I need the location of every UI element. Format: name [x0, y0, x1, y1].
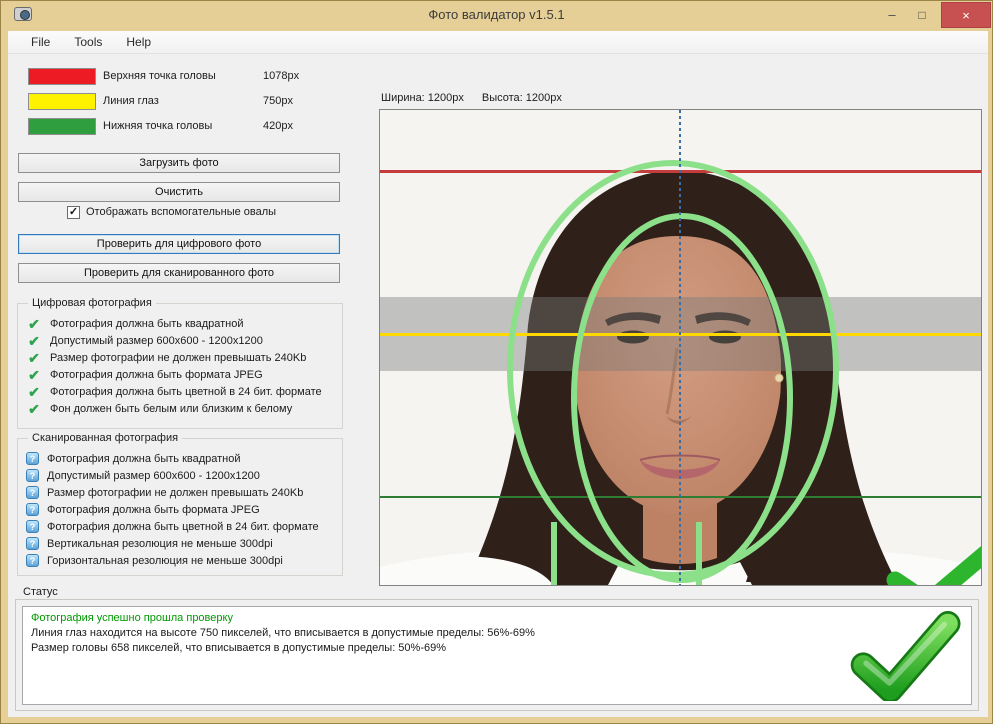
requirement-item: ? Фотография должна быть цветной в 24 бит…	[26, 518, 338, 535]
photo-preview	[379, 109, 982, 586]
legend-value: 420px	[263, 120, 293, 132]
question-icon: ?	[26, 452, 39, 465]
digital-photo-group: Цифровая фотография ✔ Фотография должна б…	[17, 297, 343, 429]
green-swatch	[28, 118, 96, 135]
question-icon: ?	[26, 486, 39, 499]
legend-value: 1078px	[263, 70, 300, 82]
check-icon: ✔	[28, 332, 40, 349]
check-scanned-button[interactable]: Проверить для сканированного фото	[18, 263, 340, 283]
title-bar: Фото валидатор v1.5.1 – □ ×	[1, 1, 992, 31]
requirement-item: ? Допустимый размер 600x600 - 1200x1200	[26, 467, 338, 484]
status-panel: Фотография успешно прошла проверку Линия…	[22, 606, 972, 705]
check-digital-button[interactable]: Проверить для цифрового фото	[18, 234, 340, 254]
show-ovals-checkbox[interactable]: ✓	[67, 206, 80, 219]
legend-label: Нижняя точка головы	[103, 120, 213, 132]
requirement-item: ✔ Фотография должна быть цветной в 24 бит…	[26, 383, 338, 400]
status-line-eyes: Линия глаз находится на высоте 750 пиксе…	[31, 627, 535, 639]
menu-help[interactable]: Help	[115, 32, 162, 52]
legend-label: Верхняя точка головы	[103, 70, 216, 82]
requirement-item: ✔ Фотография должна быть квадратной	[26, 315, 338, 332]
photo-width-label: Ширина: 1200px	[381, 92, 464, 104]
clear-button[interactable]: Очистить	[18, 182, 340, 202]
load-photo-button[interactable]: Загрузить фото	[18, 153, 340, 173]
requirement-item: ✔ Размер фотографии не должен превышать 2…	[26, 349, 338, 366]
question-icon: ?	[26, 503, 39, 516]
requirement-item: ? Размер фотографии не должен превышать 2…	[26, 484, 338, 501]
show-ovals-label[interactable]: Отображать вспомогательные овалы	[86, 206, 276, 218]
menu-bar: File Tools Help	[8, 31, 988, 54]
requirement-item: ? Фотография должна быть формата JPEG	[26, 501, 338, 518]
status-line-result: Фотография успешно прошла проверку	[31, 612, 233, 624]
photo-height-label: Высота: 1200px	[481, 92, 562, 104]
question-icon: ?	[26, 520, 39, 533]
scanned-photo-group: Сканированная фотография ? Фотография дол…	[17, 432, 343, 576]
status-line-head: Размер головы 658 пикселей, что вписывае…	[31, 642, 447, 654]
check-icon: ✔	[28, 315, 40, 332]
requirement-item: ? Горизонтальная резолюция не меньше 300d…	[26, 552, 338, 569]
requirement-item: ✔ Фон должен быть белым или близким к бел…	[26, 400, 338, 417]
window-title: Фото валидатор v1.5.1	[428, 7, 565, 22]
legend-label: Линия глаз	[103, 95, 159, 107]
maximize-button[interactable]: □	[908, 5, 936, 27]
menu-file[interactable]: File	[20, 32, 61, 52]
status-group: Фотография успешно прошла проверку Линия…	[15, 599, 979, 711]
group-title: Цифровая фотография	[28, 297, 156, 309]
question-icon: ?	[26, 537, 39, 550]
group-title: Сканированная фотография	[28, 432, 183, 444]
photo-watermark-check-icon	[886, 546, 981, 585]
success-check-icon	[850, 611, 961, 701]
check-icon: ✔	[28, 383, 40, 400]
yellow-swatch	[28, 93, 96, 110]
photo-dimensions: Ширина: 1200px Высота: 1200px	[381, 92, 562, 104]
minimize-button[interactable]: –	[878, 5, 906, 27]
requirement-item: ? Вертикальная резолюция не меньше 300dpi	[26, 535, 338, 552]
question-icon: ?	[26, 554, 39, 567]
check-icon: ✔	[28, 349, 40, 366]
requirement-item: ✔ Допустимый размер 600x600 - 1200x1200	[26, 332, 338, 349]
red-swatch	[28, 68, 96, 85]
status-group-title: Статус	[23, 586, 58, 598]
requirement-item: ✔ Фотография должна быть формата JPEG	[26, 366, 338, 383]
check-icon: ✔	[28, 366, 40, 383]
requirement-item: ? Фотография должна быть квадратной	[26, 450, 338, 467]
legend-value: 750px	[263, 95, 293, 107]
center-guide-line	[679, 110, 681, 585]
menu-tools[interactable]: Tools	[63, 32, 113, 52]
app-window: Фото валидатор v1.5.1 – □ × File Tools H…	[0, 0, 993, 724]
check-icon: ✔	[28, 400, 40, 417]
content-area: Верхняя точка головы 1078px Линия глаз 7…	[8, 54, 988, 717]
question-icon: ?	[26, 469, 39, 482]
close-button[interactable]: ×	[941, 2, 991, 28]
